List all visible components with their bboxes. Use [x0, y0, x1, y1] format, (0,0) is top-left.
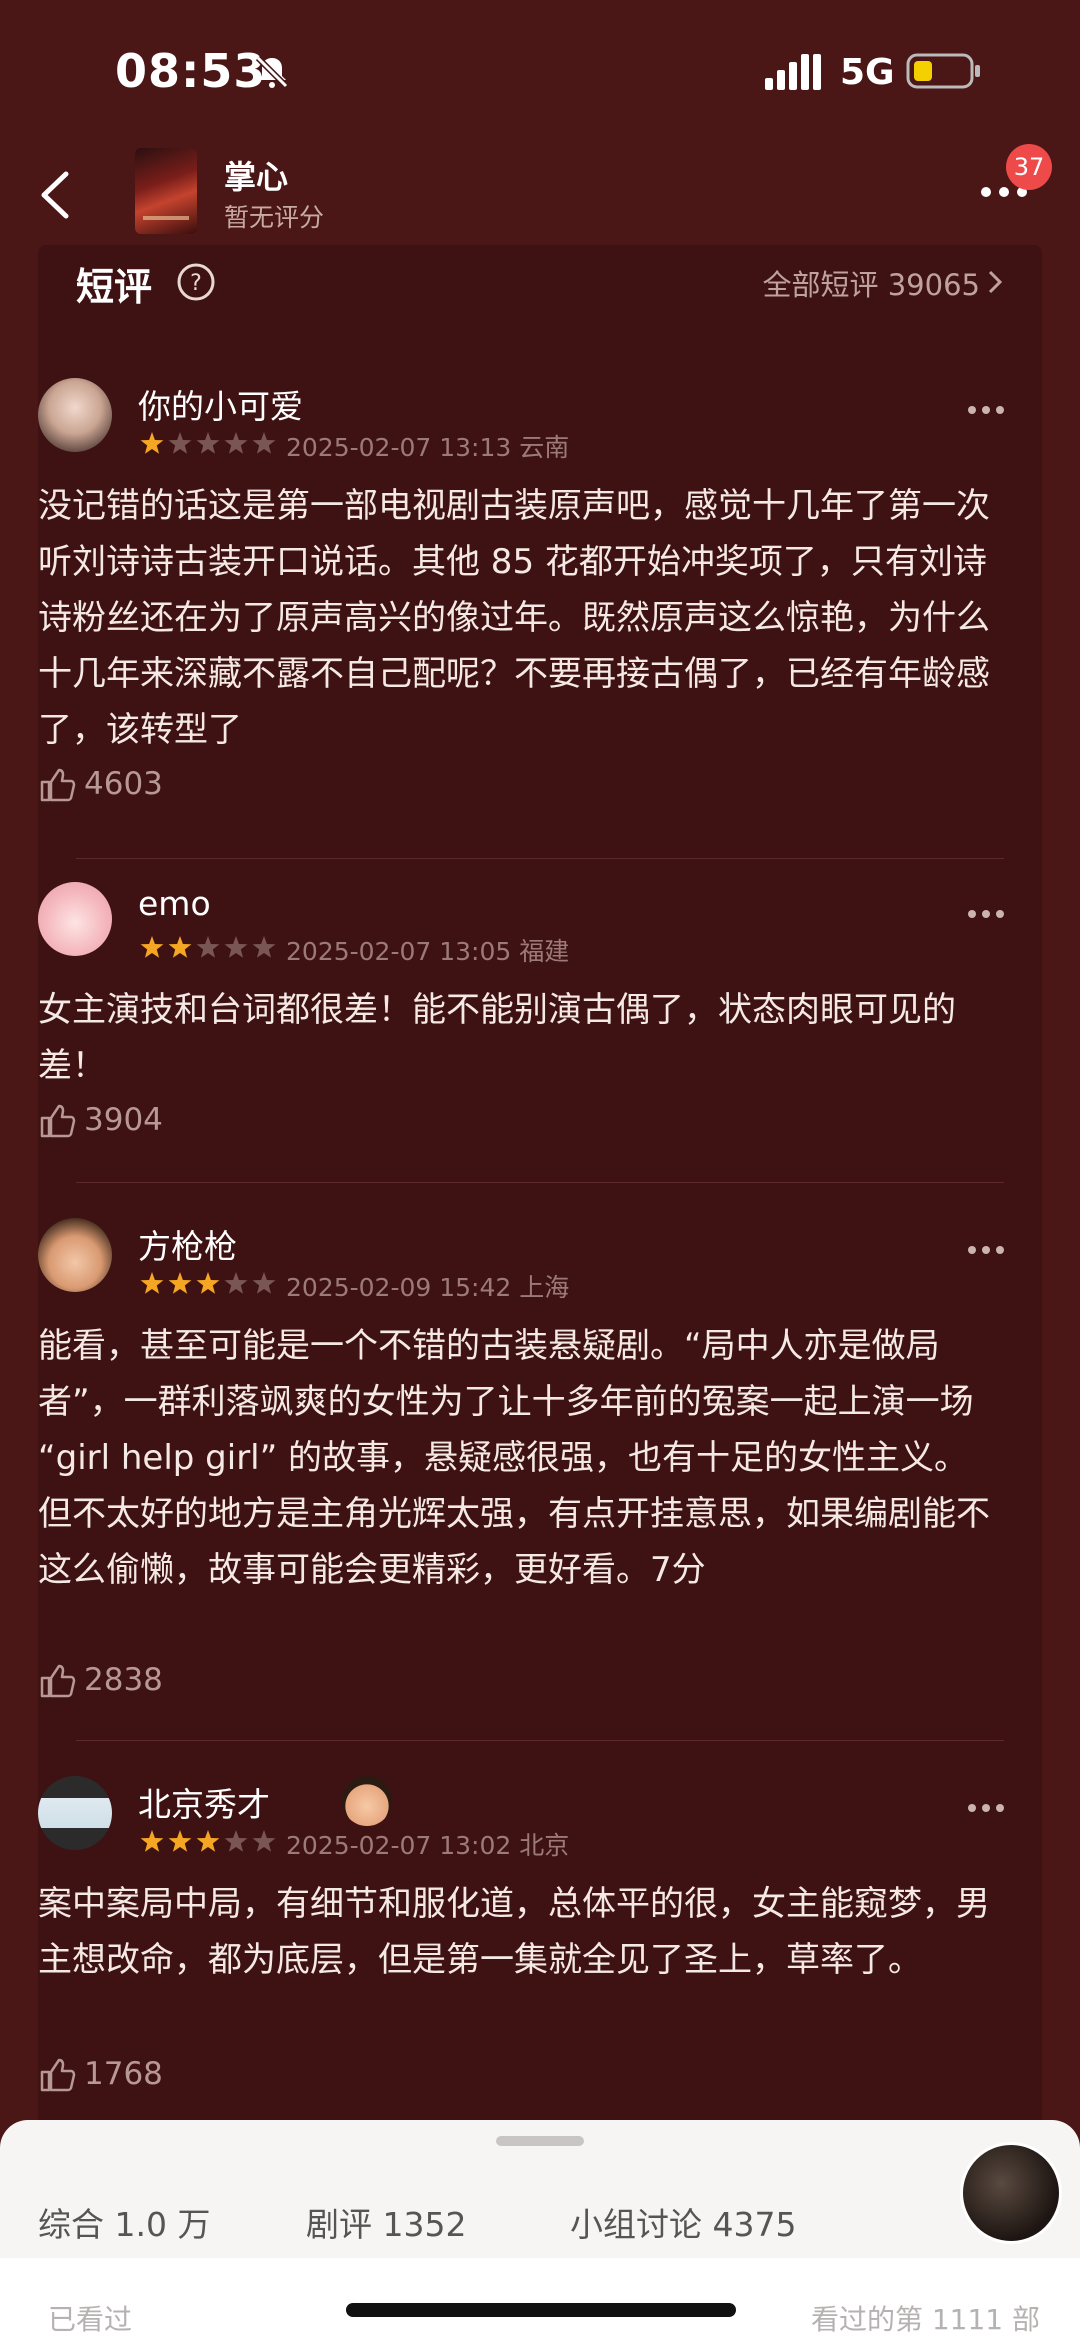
watch-status-strip: 已看过 看过的第 1111 部 — [0, 2258, 1080, 2341]
emoji-badge-icon — [342, 1776, 392, 1826]
like-button[interactable]: 3904 — [38, 1100, 238, 1144]
like-count: 1768 — [84, 2056, 163, 2092]
review-text: 没记错的话这是第一部电视剧古装原声吧，感觉十几年了第一次听刘诗诗古装开口说话。其… — [38, 486, 990, 750]
star-icon — [252, 432, 276, 454]
review-date: 2025-02-07 13:05 — [286, 937, 512, 966]
username[interactable]: 你的小可爱 — [138, 380, 303, 428]
review-text: 女主演技和台词都很差！能不能别演古偶了，状态肉眼可见的差！ — [38, 990, 956, 1086]
network-type: 5G — [840, 52, 895, 93]
like-count: 2838 — [84, 1662, 163, 1698]
tab-overall[interactable]: 综合 1.0 万 — [38, 2198, 210, 2246]
review-item: 方枪枪 2025-02-09 15:42 上海 能看，甚至可能是一个不错的古装悬… — [38, 1218, 1042, 1718]
section-title: 短评 — [76, 265, 153, 309]
review-date: 2025-02-07 13:13 — [286, 433, 512, 462]
review-text: 能看，甚至可能是一个不错的古装悬疑剧。“局中人亦是做局者”，一群利落飒爽的女性为… — [38, 1326, 990, 1590]
star-icon — [168, 432, 192, 454]
star-icon — [168, 1272, 192, 1294]
review-location: 上海 — [519, 1273, 570, 1302]
watched-count: 看过的第 1111 部 — [810, 2303, 1040, 2336]
star-icon — [140, 432, 164, 454]
star-icon — [252, 1830, 276, 1852]
username[interactable]: 北京秀才 — [138, 1778, 270, 1826]
review-item: emo 2025-02-07 13:05 福建 女主演技和台词都很差！能不能别演… — [38, 882, 1042, 1172]
show-poster[interactable] — [135, 148, 197, 234]
star-icon — [140, 936, 164, 958]
short-reviews-header: 短评 ? 全部短评 39065 — [38, 250, 1042, 320]
star-icon — [224, 936, 248, 958]
star-icon — [224, 432, 248, 454]
back-arrow-icon[interactable] — [30, 160, 80, 230]
thumbs-up-icon — [40, 768, 76, 802]
signal-icon — [765, 54, 821, 90]
clock: 08:53 — [115, 44, 267, 98]
review-date: 2025-02-09 15:42 — [286, 1273, 512, 1302]
star-icon — [168, 1830, 192, 1852]
floating-avatar[interactable] — [960, 2142, 1062, 2244]
review-meta: 2025-02-07 13:02 北京 — [286, 1826, 569, 1862]
user-avatar[interactable] — [38, 882, 112, 956]
show-title[interactable]: 掌心 — [224, 152, 288, 198]
star-icon — [168, 936, 192, 958]
review-meta: 2025-02-07 13:13 云南 — [286, 428, 569, 464]
star-icon — [252, 936, 276, 958]
like-count: 3904 — [84, 1102, 163, 1138]
star-rating — [140, 1830, 276, 1852]
review-meta: 2025-02-09 15:42 上海 — [286, 1268, 569, 1304]
svg-text:?: ? — [190, 271, 202, 296]
thumbs-up-icon — [40, 1664, 76, 1698]
review-item: 你的小可爱 2025-02-07 13:13 云南 没记错的话这是第一部电视剧古… — [38, 378, 1042, 838]
bell-muted-icon — [255, 55, 289, 89]
review-more-icon[interactable] — [966, 908, 1006, 920]
star-rating — [140, 936, 276, 958]
top-navigation-bar: 掌心 暂无评分 37 — [0, 140, 1080, 250]
star-icon — [196, 1272, 220, 1294]
divider — [76, 1182, 1004, 1183]
show-rating-status: 暂无评分 — [224, 203, 325, 232]
star-icon — [196, 432, 220, 454]
like-button[interactable]: 4603 — [38, 764, 238, 808]
user-avatar[interactable] — [38, 1218, 112, 1292]
all-reviews-link[interactable]: 全部短评 39065 — [763, 262, 980, 304]
thumbs-up-icon — [40, 1104, 76, 1138]
star-icon — [252, 1272, 276, 1294]
star-rating — [140, 1272, 276, 1294]
review-more-icon[interactable] — [966, 1244, 1006, 1256]
battery-icon — [906, 53, 980, 89]
watched-label[interactable]: 已看过 — [48, 2298, 132, 2338]
star-icon — [140, 1272, 164, 1294]
like-button[interactable]: 1768 — [38, 2054, 238, 2098]
review-more-icon[interactable] — [966, 404, 1006, 416]
chevron-right-icon[interactable] — [986, 268, 1004, 296]
review-location: 北京 — [519, 1831, 570, 1860]
star-rating — [140, 432, 276, 454]
review-date: 2025-02-07 13:02 — [286, 1831, 512, 1860]
notification-badge: 37 — [1006, 144, 1052, 190]
like-button[interactable]: 2838 — [38, 1660, 238, 1704]
star-icon — [196, 936, 220, 958]
like-count: 4603 — [84, 766, 163, 802]
review-text: 案中案局中局，有细节和服化道，总体平的很，女主能窥梦，男主想改命，都为底层，但是… — [38, 1884, 990, 1980]
tab-group-discussion[interactable]: 小组讨论 4375 — [570, 2198, 796, 2246]
username[interactable]: 方枪枪 — [138, 1220, 237, 1268]
user-avatar[interactable] — [38, 378, 112, 452]
star-icon — [224, 1830, 248, 1852]
help-icon[interactable]: ? — [176, 262, 216, 302]
review-location: 云南 — [519, 433, 570, 462]
star-icon — [196, 1830, 220, 1852]
thumbs-up-icon — [40, 2058, 76, 2092]
divider — [76, 1740, 1004, 1741]
star-icon — [224, 1272, 248, 1294]
username[interactable]: emo — [138, 884, 211, 923]
divider — [76, 858, 1004, 859]
tab-drama-reviews[interactable]: 剧评 1352 — [306, 2198, 466, 2246]
drag-handle[interactable] — [496, 2136, 584, 2146]
review-item: 北京秀才 2025-02-07 13:02 北京 案中案局中局，有细节和服化道，… — [38, 1776, 1042, 2096]
user-avatar[interactable] — [38, 1776, 112, 1850]
review-meta: 2025-02-07 13:05 福建 — [286, 932, 569, 968]
status-bar: 08:53 5G — [0, 0, 1080, 140]
review-location: 福建 — [519, 937, 570, 966]
review-more-icon[interactable] — [966, 1802, 1006, 1814]
home-indicator[interactable] — [346, 2303, 736, 2317]
star-icon — [140, 1830, 164, 1852]
